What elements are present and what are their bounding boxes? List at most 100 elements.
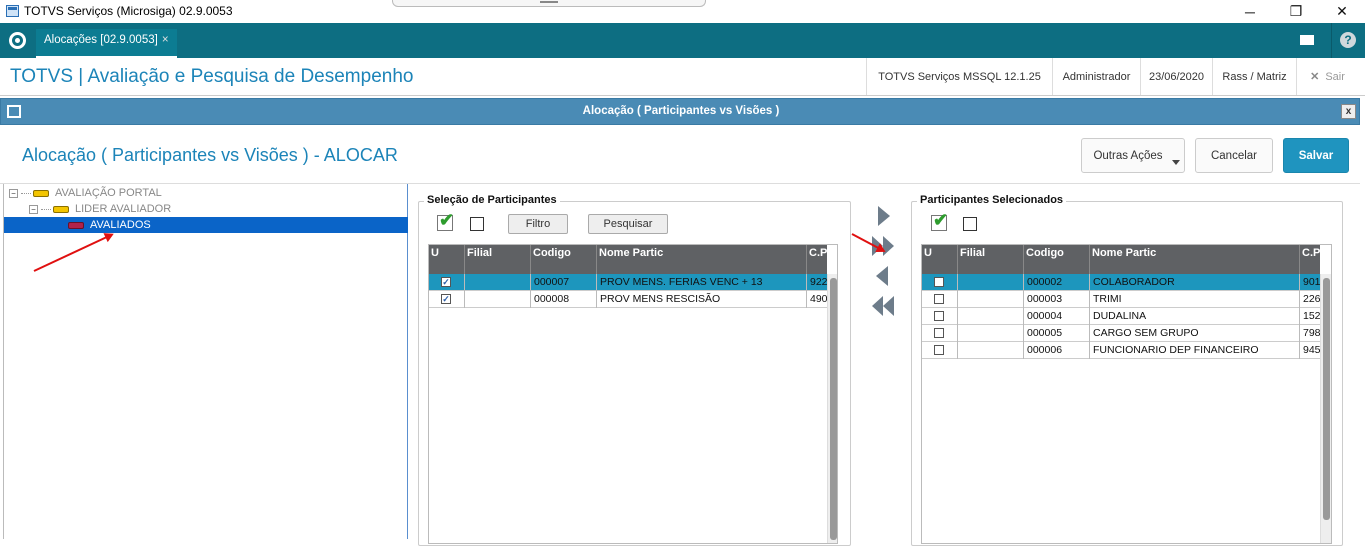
move-left-icon[interactable] <box>876 266 888 286</box>
participants-grid: U Filial Codigo Nome Partic C.P ✓ 000007… <box>428 244 838 544</box>
participants-selection-title: Seleção de Participantes <box>424 194 560 206</box>
tree-node-avaliacao-portal[interactable]: − AVALIAÇÃO PORTAL <box>9 185 162 201</box>
cell-nome: COLABORADOR <box>1090 274 1300 291</box>
filter-button[interactable]: Filtro <box>508 214 568 234</box>
selected-participants-title: Participantes Selecionados <box>917 194 1067 206</box>
row-checkbox[interactable] <box>934 328 944 338</box>
table-row[interactable]: 000004 DUDALINA 152 <box>922 308 1320 325</box>
cell-filial <box>465 291 531 308</box>
cell-codigo: 000006 <box>1024 342 1090 359</box>
tab-label: Alocações [02.9.0053] <box>44 34 158 46</box>
col-cp[interactable]: C.P <box>807 245 827 274</box>
cell-nome: FUNCIONARIO DEP FINANCEIRO <box>1090 342 1300 359</box>
cell-cp: 945 <box>1303 344 1320 356</box>
other-actions-button[interactable]: Outras Ações <box>1081 138 1185 173</box>
grid-header: U Filial Codigo Nome Partic C.P <box>429 245 827 274</box>
grid-scrollbar[interactable] <box>1320 274 1331 543</box>
col-nome[interactable]: Nome Partic <box>597 245 807 274</box>
table-row[interactable]: 000006 FUNCIONARIO DEP FINANCEIRO 945 <box>922 342 1320 359</box>
server-info: TOTVS Serviços MSSQL 12.1.25 <box>866 58 1052 95</box>
table-row[interactable]: ✓ 000007 PROV MENS. FERIAS VENC + 13 922 <box>429 274 827 291</box>
row-checkbox[interactable] <box>934 311 944 321</box>
cell-codigo: 000002 <box>1024 274 1090 291</box>
transfer-controls <box>872 206 894 316</box>
cell-filial <box>958 308 1024 325</box>
cell-cp: 152 <box>1303 310 1320 322</box>
col-filial[interactable]: Filial <box>465 245 531 274</box>
grid-header: U Filial Codigo Nome Partic C.P <box>922 245 1320 274</box>
col-codigo[interactable]: Codigo <box>1024 245 1090 274</box>
folder-yellow-icon <box>33 189 49 197</box>
tree-node-avaliados[interactable]: AVALIADOS <box>4 217 408 233</box>
col-u[interactable]: U <box>429 245 465 274</box>
col-nome[interactable]: Nome Partic <box>1090 245 1300 274</box>
cell-cp: 901 <box>1303 276 1320 288</box>
dialog-close-button[interactable]: x <box>1341 104 1356 119</box>
folder-red-icon <box>68 221 84 229</box>
cell-filial <box>958 342 1024 359</box>
col-codigo[interactable]: Codigo <box>531 245 597 274</box>
exit-button[interactable]: ✕ Sair <box>1296 58 1358 95</box>
row-checkbox[interactable] <box>934 294 944 304</box>
grid-scrollbar[interactable] <box>827 274 837 543</box>
move-all-left-icon[interactable] <box>872 296 894 316</box>
drag-handle[interactable] <box>392 0 706 7</box>
cell-codigo: 000008 <box>531 291 597 308</box>
cell-codigo: 000004 <box>1024 308 1090 325</box>
row-checkbox[interactable]: ✓ <box>441 277 451 287</box>
cell-nome: DUDALINA <box>1090 308 1300 325</box>
collapse-icon[interactable]: − <box>29 204 38 214</box>
chevron-down-icon <box>1172 160 1180 165</box>
col-filial[interactable]: Filial <box>958 245 1024 274</box>
cell-filial <box>958 274 1024 291</box>
table-row[interactable]: 000002 COLABORADOR 901 <box>922 274 1320 291</box>
tree-node-lider-avaliador[interactable]: − LIDER AVALIADOR <box>29 201 171 217</box>
totvs-logo-icon[interactable] <box>9 32 26 49</box>
table-row[interactable]: 000005 CARGO SEM GRUPO 798 <box>922 325 1320 342</box>
user-info: Administrador <box>1052 58 1140 95</box>
deselect-all-checkbox[interactable] <box>963 217 977 231</box>
collapse-icon[interactable]: − <box>9 188 18 198</box>
cell-filial <box>958 325 1024 342</box>
window-title: TOTVS Serviços (Microsiga) 02.9.0053 <box>24 4 233 18</box>
cell-cp: 226 <box>1303 293 1320 305</box>
select-all-checkbox[interactable] <box>931 210 948 231</box>
selected-participants-grid: U Filial Codigo Nome Partic C.P 000002 C… <box>921 244 1332 544</box>
date-info: 23/06/2020 <box>1140 58 1212 95</box>
tab-alocacoes[interactable]: Alocações [02.9.0053] × <box>36 29 177 58</box>
grip-icon <box>540 1 558 3</box>
divider <box>1331 23 1332 58</box>
table-row[interactable]: ✓ 000008 PROV MENS RESCISÃO 490 <box>429 291 827 308</box>
cell-nome: PROV MENS. FERIAS VENC + 13 <box>597 274 807 291</box>
col-cp[interactable]: C.P <box>1300 245 1320 274</box>
tab-close-icon[interactable]: × <box>162 34 169 46</box>
tree-connector <box>41 208 51 210</box>
mail-icon[interactable] <box>1300 35 1314 45</box>
close-window-button[interactable]: ✕ <box>1319 0 1365 23</box>
exit-label: Sair <box>1325 70 1345 83</box>
row-checkbox[interactable] <box>934 277 944 287</box>
restore-button[interactable]: ❐ <box>1273 0 1319 23</box>
other-actions-label: Outras Ações <box>1093 149 1163 162</box>
cell-nome: CARGO SEM GRUPO <box>1090 325 1300 342</box>
cell-codigo: 000005 <box>1024 325 1090 342</box>
cell-cp: 798 <box>1303 327 1320 339</box>
row-checkbox[interactable]: ✓ <box>441 294 451 304</box>
move-right-icon[interactable] <box>878 206 890 226</box>
help-icon[interactable]: ? <box>1340 32 1356 48</box>
select-all-checkbox[interactable] <box>437 210 454 231</box>
save-button[interactable]: Salvar <box>1283 138 1349 173</box>
tree-node-label: AVALIADOS <box>90 219 151 231</box>
scrollbar-thumb[interactable] <box>1323 278 1330 520</box>
minimize-button[interactable]: ─ <box>1227 0 1273 23</box>
cell-codigo: 000007 <box>531 274 597 291</box>
deselect-all-checkbox[interactable] <box>470 217 484 231</box>
row-checkbox[interactable] <box>934 345 944 355</box>
scrollbar-thumb[interactable] <box>830 278 837 540</box>
cell-filial <box>958 291 1024 308</box>
search-button[interactable]: Pesquisar <box>588 214 668 234</box>
table-row[interactable]: 000003 TRIMI 226 <box>922 291 1320 308</box>
col-u[interactable]: U <box>922 245 958 274</box>
app-window-icon <box>6 5 19 17</box>
cancel-button[interactable]: Cancelar <box>1195 138 1273 173</box>
